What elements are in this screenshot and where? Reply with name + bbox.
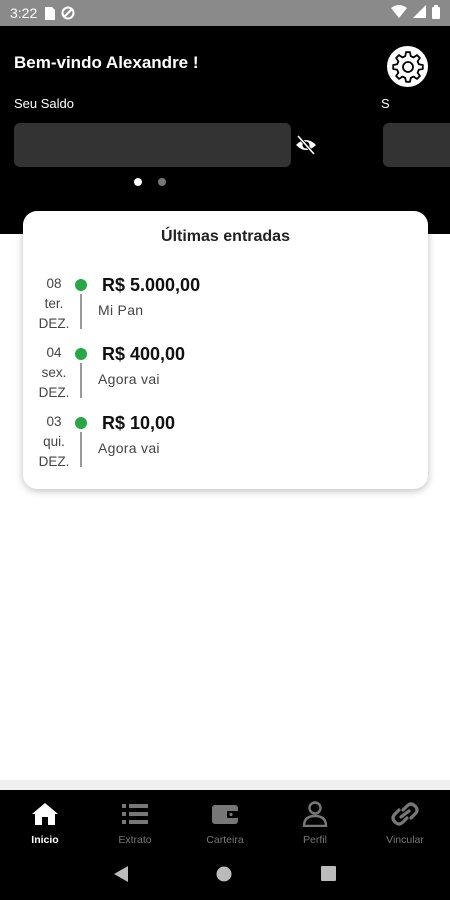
entry-amount: R$ 400,00	[102, 344, 186, 364]
system-navigation-bar	[0, 852, 450, 900]
nav-item-carteira[interactable]: Carteira	[180, 790, 270, 852]
sim-card-icon	[45, 6, 56, 20]
recents-button[interactable]	[320, 866, 336, 886]
card-title: Últimas entradas	[161, 228, 290, 245]
status-bar: 3:22	[0, 0, 450, 26]
settings-button[interactable]	[387, 46, 428, 87]
back-button[interactable]	[114, 865, 129, 887]
person-icon	[302, 801, 328, 827]
balance-label: Seu Saldo	[14, 96, 74, 111]
entry-description: Agora vai	[98, 440, 160, 456]
entry-date: 04 sex. DEZ.	[33, 343, 75, 403]
nav-item-vincular[interactable]: Vincular	[360, 790, 450, 852]
nav-label: Vincular	[386, 834, 424, 846]
nav-item-inicio[interactable]: Inicio	[0, 790, 90, 852]
carousel-indicator	[0, 178, 300, 186]
welcome-text: Bem-vindo Alexandre !	[14, 53, 199, 72]
link-icon	[391, 802, 419, 826]
entry-date: 08 ter. DEZ.	[33, 274, 75, 334]
timeline-line	[80, 363, 82, 398]
entry-description: Mi Pan	[98, 302, 144, 318]
toggle-balance-visibility-button[interactable]	[295, 134, 317, 156]
home-circle-icon	[216, 866, 232, 881]
nav-item-perfil[interactable]: Perfil	[270, 790, 360, 852]
battery-icon	[432, 4, 440, 22]
timeline-line	[80, 294, 82, 329]
entry-weekday: ter.	[44, 296, 64, 311]
timeline-line	[80, 432, 82, 467]
entry-day: 03	[46, 414, 62, 429]
entry-item[interactable]: 03 qui. DEZ. R$ 10,00 Agora vai	[23, 412, 428, 481]
entry-item[interactable]: 08 ter. DEZ. R$ 5.000,00 Mi Pan	[23, 274, 428, 343]
nav-label: Perfil	[303, 834, 327, 846]
status-dot	[75, 417, 87, 429]
signal-icon	[413, 5, 426, 21]
app-screen: 3:22 Bem-vindo Alexandre ! Seu Saldo S Ú…	[0, 0, 450, 900]
carousel-dot[interactable]	[158, 178, 166, 186]
gear-icon	[391, 50, 424, 83]
data-saver-icon	[61, 6, 75, 20]
entry-description: Agora vai	[98, 371, 160, 387]
home-button[interactable]	[216, 866, 232, 887]
nav-label: Inicio	[31, 834, 59, 846]
list-icon	[122, 804, 148, 824]
bottom-navigation: Inicio Extrato Carteira Perfil Vincular	[0, 790, 450, 852]
entry-date: 03 qui. DEZ.	[33, 412, 75, 472]
entry-item[interactable]: 04 sex. DEZ. R$ 400,00 Agora vai	[23, 343, 428, 412]
nav-item-extrato[interactable]: Extrato	[90, 790, 180, 852]
next-balance-box	[383, 123, 450, 167]
entry-day: 08	[46, 276, 62, 291]
entry-amount: R$ 5.000,00	[102, 275, 201, 295]
wallet-icon	[212, 805, 238, 824]
next-balance-label: S	[381, 96, 390, 111]
entry-weekday: qui.	[43, 434, 65, 449]
entry-weekday: sex.	[41, 365, 67, 380]
header: Bem-vindo Alexandre ! Seu Saldo S	[0, 26, 450, 234]
entry-month: DEZ.	[38, 454, 70, 469]
status-dot	[75, 279, 87, 291]
recents-square-icon	[320, 866, 336, 881]
balance-value-box	[14, 123, 291, 167]
nav-label: Extrato	[118, 834, 152, 846]
recent-entries-card: Últimas entradas 08 ter. DEZ. R$ 5.000,0…	[23, 211, 428, 489]
home-icon	[32, 803, 58, 825]
status-time: 3:22	[10, 5, 38, 21]
back-triangle-icon	[114, 865, 129, 882]
nav-label: Carteira	[206, 834, 244, 846]
eye-off-icon	[296, 135, 316, 155]
entry-amount: R$ 10,00	[102, 413, 176, 433]
entry-month: DEZ.	[38, 385, 70, 400]
entry-day: 04	[46, 345, 62, 360]
entry-month: DEZ.	[38, 316, 70, 331]
content-divider	[0, 780, 450, 790]
carousel-dot-active[interactable]	[134, 178, 142, 186]
status-dot	[75, 348, 87, 360]
wifi-icon	[391, 5, 407, 21]
